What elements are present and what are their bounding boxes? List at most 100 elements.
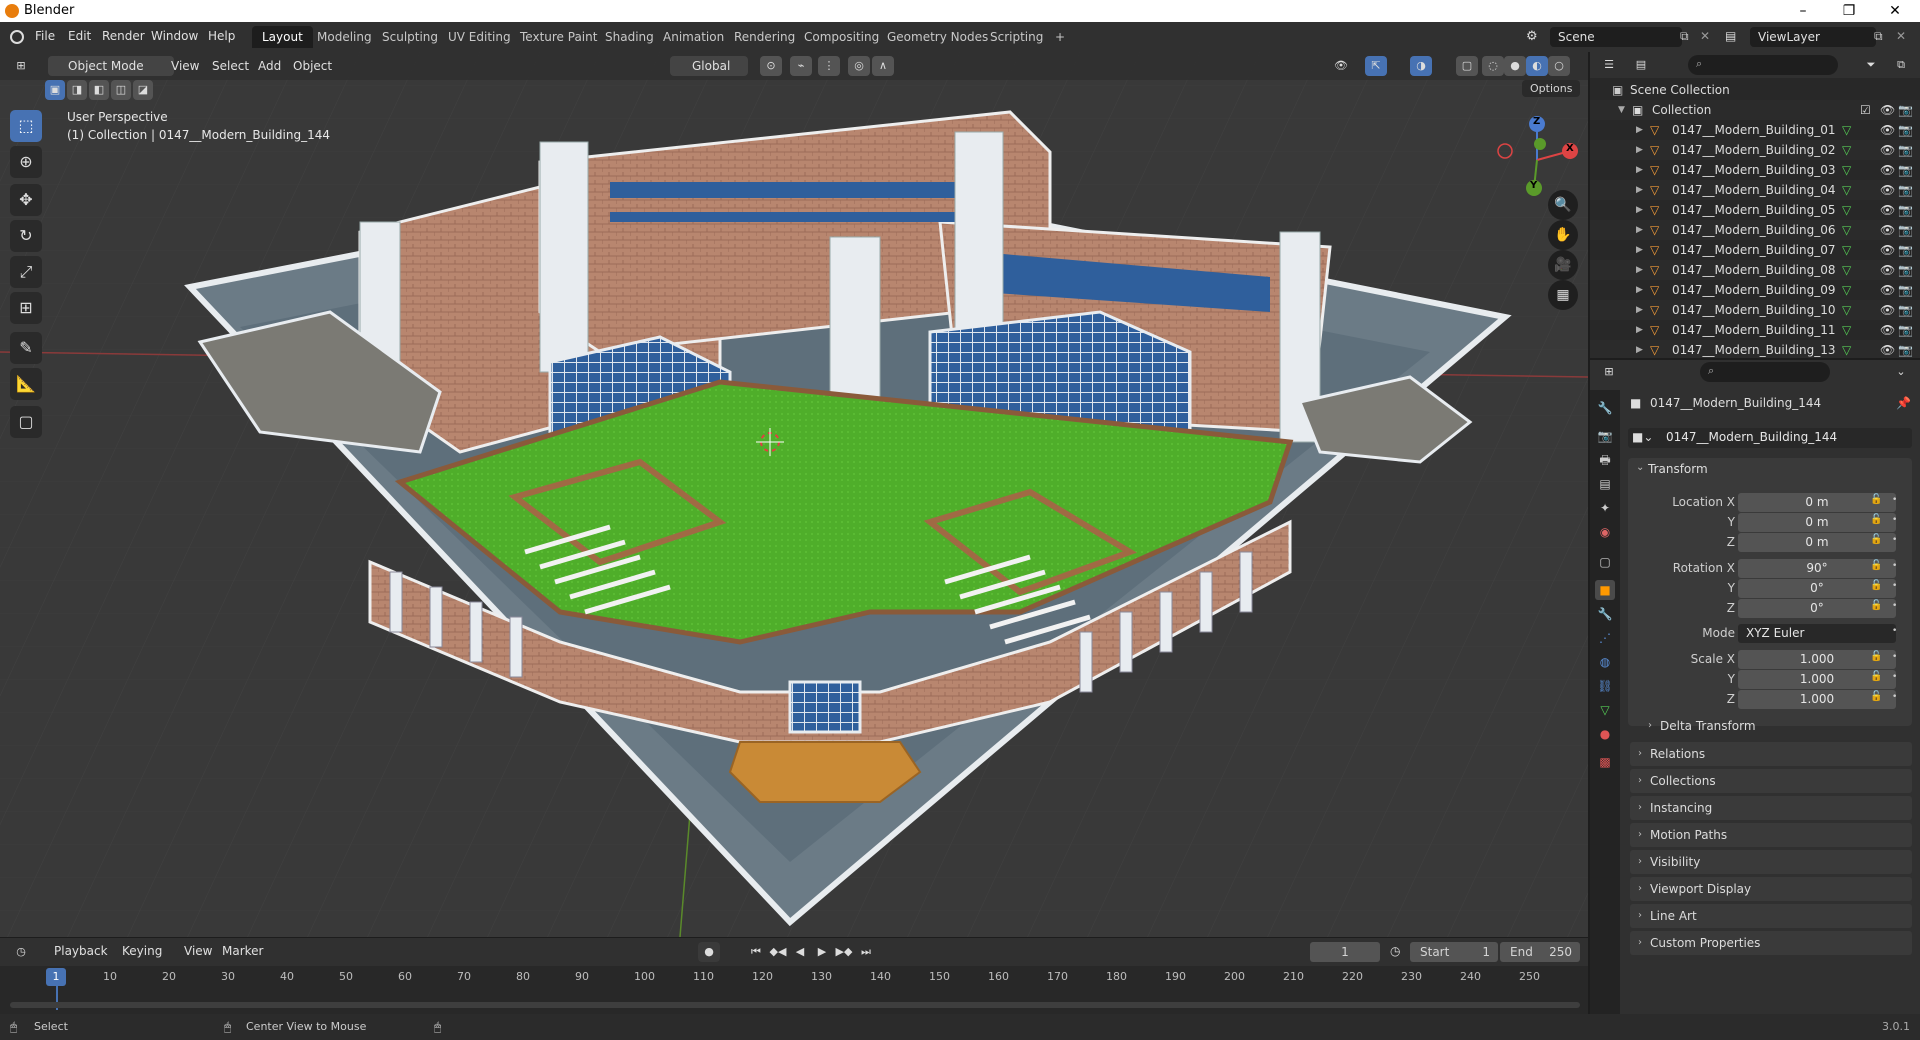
3d-viewport[interactable] — [0, 52, 1588, 937]
tab-compositing[interactable]: Compositing — [794, 26, 889, 48]
keyframe-dot-icon[interactable]: • — [1892, 601, 1897, 611]
physics-tab-icon[interactable]: ◍ — [1595, 652, 1615, 672]
outliner-collection[interactable]: ▼ ▣ Collection ☑ 👁 📷 — [1590, 100, 1920, 120]
outliner-object-row[interactable]: ▶ ▽ 0147__Modern_Building_05 ▽ 👁 📷 — [1590, 200, 1920, 220]
render-camera-icon[interactable]: 📷 — [1898, 180, 1913, 200]
wireframe-shading-icon[interactable]: ◌ — [1482, 56, 1504, 76]
measure-tool-icon[interactable]: 📐 — [10, 368, 42, 400]
scene-name-field[interactable]: Scene — [1550, 27, 1682, 47]
expand-arrow-icon[interactable]: ▶ — [1636, 280, 1643, 300]
mesh-data-icon[interactable]: ▽ — [1842, 260, 1851, 280]
expand-arrow-icon[interactable]: ▶ — [1636, 160, 1643, 180]
panel-expand-icon[interactable]: › — [1638, 796, 1642, 820]
lock-icon[interactable]: 🔓 — [1870, 534, 1882, 545]
outliner-object-row[interactable]: ▶ ▽ 0147__Modern_Building_06 ▽ 👁 📷 — [1590, 220, 1920, 240]
timeline-scrollbar[interactable] — [10, 1002, 1580, 1008]
render-camera-icon[interactable]: 📷 — [1898, 340, 1913, 360]
visibility-eye-icon[interactable]: 👁 — [1880, 200, 1895, 220]
panel-expand-icon[interactable]: › — [1638, 823, 1642, 847]
lock-icon[interactable]: 🔓 — [1870, 671, 1882, 682]
viewport-menu-object[interactable]: Object — [287, 56, 338, 76]
visibility-eye-icon[interactable]: 👁 — [1880, 280, 1895, 300]
render-camera-icon[interactable]: 📷 — [1898, 280, 1913, 300]
visibility-eye-icon[interactable]: 👁 — [1880, 140, 1895, 160]
playhead-frame[interactable]: 1 — [46, 968, 66, 986]
object-tab-icon[interactable]: ■ — [1595, 580, 1615, 600]
visibility-eye-icon[interactable]: 👁 — [1880, 220, 1895, 240]
menu-render[interactable]: Render — [102, 29, 145, 43]
lock-icon[interactable]: 🔓 — [1870, 691, 1882, 702]
lock-icon[interactable]: 🔓 — [1870, 580, 1882, 591]
tab-texture-paint[interactable]: Texture Paint — [510, 26, 607, 48]
expand-arrow-icon[interactable]: ▶ — [1636, 340, 1643, 360]
camera-view-icon[interactable]: 🎥 — [1548, 250, 1578, 280]
select-box-tool-icon[interactable]: ⬚ — [10, 110, 42, 142]
keyframe-dot-icon[interactable]: • — [1892, 652, 1897, 662]
render-camera-icon[interactable]: 📷 — [1898, 160, 1913, 180]
expand-arrow-icon[interactable]: ▶ — [1636, 220, 1643, 240]
viewport-menu-view[interactable]: View — [165, 56, 205, 76]
keyframe-dot-icon[interactable]: • — [1892, 495, 1897, 505]
property-panel[interactable]: › Collections — [1630, 769, 1912, 793]
rendered-shading-icon[interactable]: ○ — [1548, 56, 1570, 76]
constraints-tab-icon[interactable]: ⛓ — [1595, 676, 1615, 696]
properties-search-input[interactable]: ⌕ — [1700, 362, 1830, 382]
close-icon[interactable]: ✕ — [1872, 0, 1918, 22]
annotate-tool-icon[interactable]: ✎ — [10, 332, 42, 364]
viewport-menu-add[interactable]: Add — [252, 56, 287, 76]
render-camera-icon[interactable]: 📷 — [1898, 320, 1913, 340]
expand-arrow-icon[interactable]: ▶ — [1636, 140, 1643, 160]
visibility-filter-icon[interactable]: 👁 — [1330, 56, 1352, 76]
render-camera-icon[interactable]: 📷 — [1898, 200, 1913, 220]
outliner-object-row[interactable]: ▶ ▽ 0147__Modern_Building_01 ▽ 👁 📷 — [1590, 120, 1920, 140]
world-tab-icon[interactable]: ◉ — [1595, 522, 1615, 542]
zoom-view-icon[interactable]: 🔍 — [1548, 190, 1578, 220]
timeline-menu-marker[interactable]: Marker — [216, 941, 269, 961]
scene-icon[interactable]: ⚙ — [1526, 29, 1542, 45]
lock-icon[interactable]: 🔓 — [1870, 600, 1882, 611]
properties-editor-type-icon[interactable]: ⊞ — [1598, 362, 1620, 382]
expand-arrow-icon[interactable]: ▶ — [1636, 200, 1643, 220]
menu-edit[interactable]: Edit — [68, 29, 91, 43]
outliner-object-row[interactable]: ▶ ▽ 0147__Modern_Building_13 ▽ 👁 📷 — [1590, 340, 1920, 360]
tab-uv-editing[interactable]: UV Editing — [438, 26, 521, 48]
object-datablock-field[interactable]: ■⌄ 0147__Modern_Building_144 — [1628, 428, 1912, 448]
outliner-object-row[interactable]: ▶ ▽ 0147__Modern_Building_07 ▽ 👁 📷 — [1590, 240, 1920, 260]
menu-file[interactable]: File — [35, 29, 55, 43]
mesh-data-icon[interactable]: ▽ — [1842, 320, 1851, 340]
jump-end-icon[interactable]: ⏭ — [855, 942, 877, 962]
end-frame-field[interactable]: End 250 — [1500, 942, 1580, 962]
expand-arrow-icon[interactable]: ▶ — [1636, 180, 1643, 200]
mesh-data-icon[interactable]: ▽ — [1842, 140, 1851, 160]
tab-modeling[interactable]: Modeling — [307, 26, 382, 48]
lock-icon[interactable]: 🔓 — [1870, 514, 1882, 525]
select-intersect-icon[interactable]: ◪ — [133, 80, 153, 100]
timeline-editor-type-icon[interactable]: ◷ — [10, 942, 32, 962]
play-icon[interactable]: ▶ — [811, 942, 833, 962]
xray-icon[interactable]: ▢ — [1456, 56, 1478, 76]
keyframe-dot-icon[interactable]: • — [1892, 581, 1897, 591]
snap-icon[interactable]: ⌁ — [790, 56, 812, 76]
mesh-data-icon[interactable]: ▽ — [1842, 220, 1851, 240]
collection-checkbox[interactable]: ☑ — [1860, 100, 1871, 120]
transform-tool-icon[interactable]: ⊞ — [10, 292, 42, 324]
outliner-object-row[interactable]: ▶ ▽ 0147__Modern_Building_02 ▽ 👁 📷 — [1590, 140, 1920, 160]
mesh-data-icon[interactable]: ▽ — [1842, 160, 1851, 180]
tab-animation[interactable]: Animation — [653, 26, 734, 48]
pan-view-icon[interactable]: ✋ — [1548, 220, 1578, 250]
outliner-object-row[interactable]: ▶ ▽ 0147__Modern_Building_03 ▽ 👁 📷 — [1590, 160, 1920, 180]
expand-arrow-icon[interactable]: ▶ — [1636, 300, 1643, 320]
minimize-icon[interactable]: – — [1780, 0, 1826, 22]
add-workspace-button[interactable]: + — [1045, 26, 1075, 48]
play-reverse-icon[interactable]: ◀ — [789, 942, 811, 962]
property-panel[interactable]: › Line Art — [1630, 904, 1912, 928]
proportional-edit-icon[interactable]: ◎ — [848, 56, 870, 76]
outliner-editor-type-icon[interactable]: ☰ — [1598, 55, 1620, 75]
visibility-eye-icon[interactable]: 👁 — [1880, 320, 1895, 340]
property-panel[interactable]: › Visibility — [1630, 850, 1912, 874]
panel-expand-icon[interactable]: › — [1638, 850, 1642, 874]
delta-transform-subpanel[interactable]: Delta Transform — [1660, 719, 1756, 733]
transform-collapse-icon[interactable]: ⌄ — [1636, 462, 1644, 473]
pin-icon[interactable]: 📌 — [1896, 396, 1911, 410]
lock-icon[interactable]: 🔓 — [1870, 560, 1882, 571]
